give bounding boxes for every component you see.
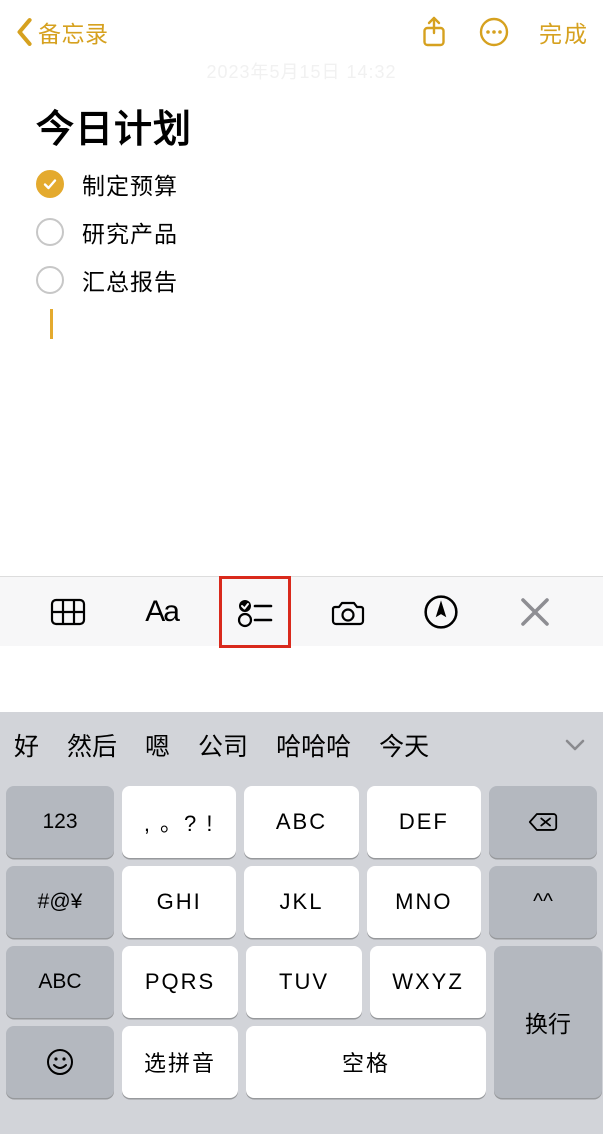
emoji-icon: [45, 1047, 75, 1077]
checklist-icon: [237, 594, 273, 630]
key-abc[interactable]: ABC: [244, 786, 358, 858]
key-return[interactable]: 换行: [494, 946, 602, 1098]
done-button[interactable]: 完成: [539, 15, 589, 49]
share-icon: [421, 16, 447, 48]
checklist-item-text: 研究产品: [82, 215, 178, 249]
format-toolbar: Aa: [0, 576, 603, 646]
suggestion[interactable]: 哈哈哈: [276, 727, 351, 763]
key-kaomoji[interactable]: ^^: [489, 866, 597, 938]
suggestion[interactable]: 今天: [379, 727, 429, 763]
backspace-icon: [528, 807, 558, 837]
key-def[interactable]: DEF: [367, 786, 481, 858]
camera-icon: [330, 594, 366, 630]
key-pinyin[interactable]: 选拼音: [122, 1026, 238, 1098]
key-emoji[interactable]: [6, 1026, 114, 1098]
key-punct[interactable]: , 。? !: [122, 786, 236, 858]
table-button[interactable]: [35, 585, 101, 639]
keyboard: 123 , 。? ! ABC DEF #@¥ GHI JKL MNO ^^ AB…: [0, 778, 603, 1134]
checkbox-checked-icon[interactable]: [36, 170, 64, 198]
checklist-button[interactable]: [222, 585, 288, 639]
key-numbers[interactable]: 123: [6, 786, 114, 858]
checklist-item[interactable]: 汇总报告: [36, 263, 567, 297]
pen-circle-icon: [423, 594, 459, 630]
back-button[interactable]: 备忘录: [14, 14, 109, 50]
ellipsis-circle-icon: [479, 17, 509, 47]
key-tuv[interactable]: TUV: [246, 946, 362, 1018]
share-button[interactable]: [419, 16, 449, 48]
checkbox-empty-icon[interactable]: [36, 266, 64, 294]
text-format-button[interactable]: Aa: [129, 585, 195, 639]
suggestion[interactable]: 嗯: [145, 727, 170, 763]
table-icon: [50, 594, 86, 630]
note-timestamp: 2023年5月15日 14:32: [0, 58, 603, 84]
dismiss-keyboard-button[interactable]: [502, 585, 568, 639]
key-wxyz[interactable]: WXYZ: [370, 946, 486, 1018]
back-label: 备忘录: [38, 15, 109, 49]
camera-button[interactable]: [315, 585, 381, 639]
markup-button[interactable]: [408, 585, 474, 639]
key-abc-mode[interactable]: ABC: [6, 946, 114, 1018]
suggestion-bar: 好 然后 嗯 公司 哈哈哈 今天: [0, 712, 603, 778]
more-button[interactable]: [479, 16, 509, 48]
key-space[interactable]: 空格: [246, 1026, 486, 1098]
key-backspace[interactable]: [489, 786, 597, 858]
text-cursor: [50, 309, 53, 339]
suggestion[interactable]: 然后: [67, 727, 117, 763]
key-mno[interactable]: MNO: [367, 866, 481, 938]
key-ghi[interactable]: GHI: [122, 866, 236, 938]
key-pqrs[interactable]: PQRS: [122, 946, 238, 1018]
key-symbols[interactable]: #@¥: [6, 866, 114, 938]
checkbox-empty-icon[interactable]: [36, 218, 64, 246]
chevron-left-icon: [14, 14, 36, 50]
key-jkl[interactable]: JKL: [244, 866, 358, 938]
checklist-item[interactable]: 研究产品: [36, 215, 567, 249]
checklist-item[interactable]: 制定预算: [36, 167, 567, 201]
checklist-item-text: 制定预算: [82, 167, 178, 201]
aa-icon: Aa: [145, 595, 178, 629]
checklist-item-text: 汇总报告: [82, 263, 178, 297]
expand-suggestions-button[interactable]: [561, 731, 589, 759]
close-icon: [517, 594, 553, 630]
suggestion[interactable]: 好: [14, 727, 39, 763]
suggestion[interactable]: 公司: [198, 727, 248, 763]
